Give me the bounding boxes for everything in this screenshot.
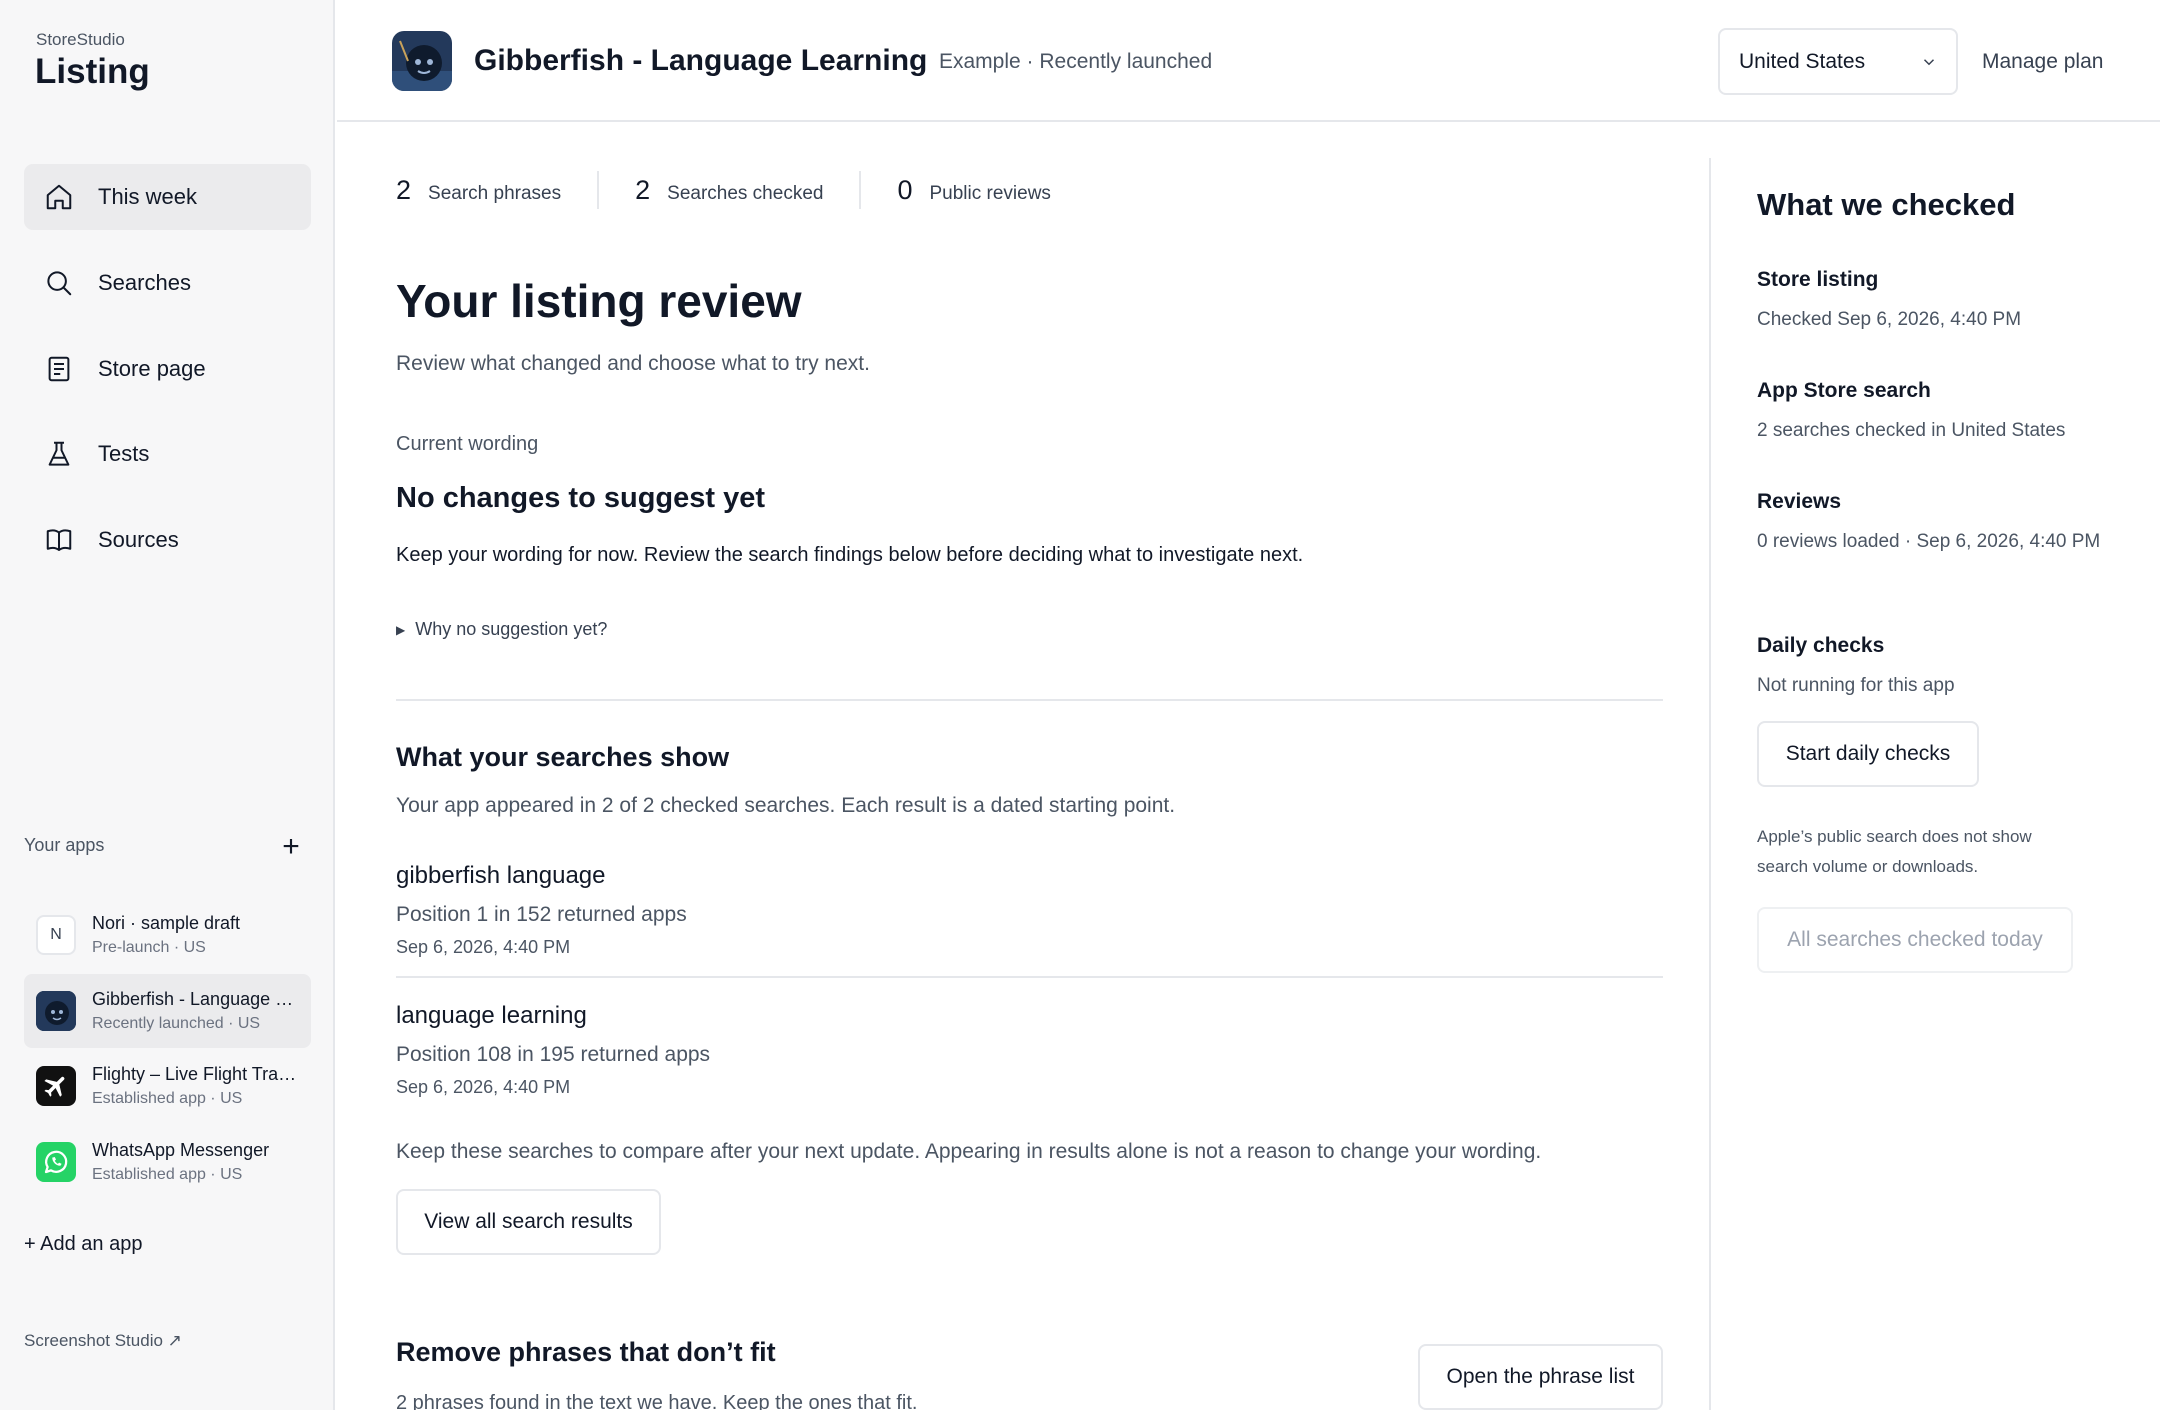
app-item-flighty[interactable]: Flighty – Live Flight Tracker Establishe… — [24, 1049, 311, 1123]
disclosure-triangle-icon: ▶ — [396, 622, 406, 637]
airplane-icon — [36, 1066, 76, 1106]
nav-label: This week — [98, 184, 198, 209]
check-heading: Daily checks — [1757, 634, 1885, 657]
whatsapp-icon — [36, 1142, 76, 1182]
app-meta: Pre-launch · US — [92, 939, 206, 956]
app-name: Gibberfish - Language Learning — [92, 989, 297, 1009]
app-name: WhatsApp Messenger — [92, 1140, 270, 1160]
home-icon — [42, 180, 76, 214]
product-title: Listing — [35, 52, 150, 91]
app-item-nori[interactable]: N Nori · sample draft Pre-launch · US — [24, 898, 311, 972]
search-result-phrase: language learning — [396, 1002, 587, 1029]
stats-bar: 2 Search phrases 2 Searches checked 0 Pu… — [396, 170, 1051, 210]
app-status: Example · Recently launched — [939, 50, 1213, 73]
add-app-link[interactable]: + Add an app — [24, 1233, 142, 1256]
nav-label: Sources — [98, 527, 179, 552]
search-result-position: Position 1 in 152 returned apps — [396, 903, 687, 926]
app-item-gibberfish[interactable]: Gibberfish - Language Learning Recently … — [24, 974, 311, 1048]
searches-section-subtitle: Your app appeared in 2 of 2 checked sear… — [396, 794, 1176, 817]
brand-name: StoreStudio — [36, 30, 125, 49]
view-all-results-button[interactable]: View all search results — [396, 1189, 661, 1255]
nav-item-this-week[interactable]: This week — [24, 164, 311, 230]
stat-search-phrases: 2 Search phrases — [396, 174, 562, 205]
chevron-down-icon — [1923, 59, 1935, 66]
your-apps-label: Your apps — [24, 835, 105, 855]
app-name: Flighty – Live Flight Tracker — [92, 1064, 297, 1084]
sidebar: StoreStudio Listing This week Searches S… — [0, 0, 335, 1410]
app-meta: Established app · US — [92, 1166, 243, 1183]
search-data-note: Apple’s public search does not show sear… — [1757, 827, 2032, 876]
check-heading: Reviews — [1757, 490, 1842, 513]
search-result-phrase: gibberfish language — [396, 862, 606, 889]
open-phrase-list-button[interactable]: Open the phrase list — [1418, 1344, 1663, 1410]
searches-section-title: What your searches show — [396, 742, 730, 772]
search-result-date: Sep 6, 2026, 4:40 PM — [396, 1077, 571, 1097]
app-name: Nori · sample draft — [92, 913, 241, 933]
check-heading: Store listing — [1757, 268, 1879, 291]
country-value: United States — [1739, 49, 1866, 73]
page-subtitle: Review what changed and choose what to t… — [396, 352, 870, 375]
country-select[interactable]: United States — [1718, 28, 1958, 95]
divider — [597, 171, 600, 209]
nav-item-searches[interactable]: Searches — [24, 250, 311, 316]
app-meta: Recently launched · US — [92, 1015, 261, 1032]
divider — [396, 976, 1663, 978]
check-detail: 0 reviews loaded · Sep 6, 2026, 4:40 PM — [1757, 531, 2101, 552]
check-detail: Not running for this app — [1757, 675, 1955, 696]
book-icon — [42, 523, 76, 557]
check-heading: App Store search — [1757, 379, 1931, 402]
current-wording-body: Keep your wording for now. Review the se… — [396, 544, 1304, 566]
nav-label: Store page — [98, 356, 206, 381]
manage-plan-link[interactable]: Manage plan — [1982, 50, 2103, 74]
what-we-checked-title: What we checked — [1757, 187, 2016, 222]
document-icon — [42, 352, 76, 386]
gibberfish-app-icon — [36, 991, 76, 1031]
screenshot-studio-link[interactable]: Screenshot Studio ↗ — [24, 1331, 182, 1351]
search-result-date: Sep 6, 2026, 4:40 PM — [396, 937, 571, 957]
panel-divider — [1709, 158, 1711, 1410]
add-app-plus-icon[interactable]: + — [276, 832, 306, 862]
search-result-position: Position 108 in 195 returned apps — [396, 1043, 711, 1066]
nav-label: Searches — [98, 270, 191, 295]
nav-label: Tests — [98, 441, 150, 466]
current-wording-title: No changes to suggest yet — [396, 482, 766, 514]
start-daily-checks-button[interactable]: Start daily checks — [1757, 721, 1979, 787]
check-detail: 2 searches checked in United States — [1757, 420, 2066, 441]
top-header: Gibberfish - Language Learning Example ·… — [337, 0, 2160, 122]
stat-public-reviews: 0 Public reviews — [897, 174, 1051, 205]
check-detail: Checked Sep 6, 2026, 4:40 PM — [1757, 309, 2022, 330]
all-searches-checked-button: All searches checked today — [1757, 907, 2073, 973]
app-title: Gibberfish - Language Learning — [474, 44, 928, 77]
flask-icon — [42, 437, 76, 471]
nav-item-sources[interactable]: Sources — [24, 507, 311, 573]
search-icon — [42, 266, 76, 300]
current-wording-label: Current wording — [396, 433, 539, 455]
stat-searches-checked: 2 Searches checked — [635, 174, 824, 205]
divider — [396, 699, 1663, 701]
page-title: Your listing review — [396, 275, 802, 327]
app-meta: Established app · US — [92, 1090, 243, 1107]
divider — [859, 171, 862, 209]
gibberfish-app-icon — [392, 31, 452, 91]
why-no-suggestion-toggle[interactable]: ▶ Why no suggestion yet? — [396, 619, 607, 640]
nav-item-store-page[interactable]: Store page — [24, 336, 311, 402]
nav-item-tests[interactable]: Tests — [24, 421, 311, 487]
remove-phrases-subtitle: 2 phrases found in the text we have. Kee… — [396, 1392, 918, 1410]
keep-searches-note: Keep these searches to compare after you… — [396, 1140, 1542, 1163]
app-initial-avatar: N — [36, 915, 76, 955]
app-item-whatsapp[interactable]: WhatsApp Messenger Established app · US — [24, 1125, 311, 1199]
remove-phrases-title: Remove phrases that don’t fit — [396, 1337, 776, 1367]
